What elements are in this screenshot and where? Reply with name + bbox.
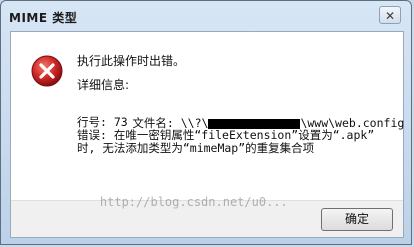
window-title: MIME 类型 [9,11,78,25]
details-label: 详细信息: [77,78,130,92]
close-icon: ✕ [384,9,396,23]
watermark-text: http://blog.csdn.net/u0 [99,195,267,209]
title-bar[interactable]: MIME 类型 ✕ [1,1,411,31]
ok-button[interactable]: 确定 [321,208,393,231]
watermark-suffix: ... [266,195,288,209]
error-line-2: 时, 无法添加类型为“mimeMap”的重复集合项 [77,141,315,155]
dialog-window: MIME 类型 ✕ 执行此操作时出错。 详细信息: 文件名: \\?\ \www… [0,0,412,245]
error-header: 执行此操作时出错。 [77,54,186,68]
close-button[interactable]: ✕ [379,6,401,24]
error-icon [31,55,63,87]
watermark: http://blog.csdn.net/u0... [71,181,288,223]
message-area: 执行此操作时出错。 详细信息: 文件名: \\?\ \www\web.config… [11,32,404,200]
